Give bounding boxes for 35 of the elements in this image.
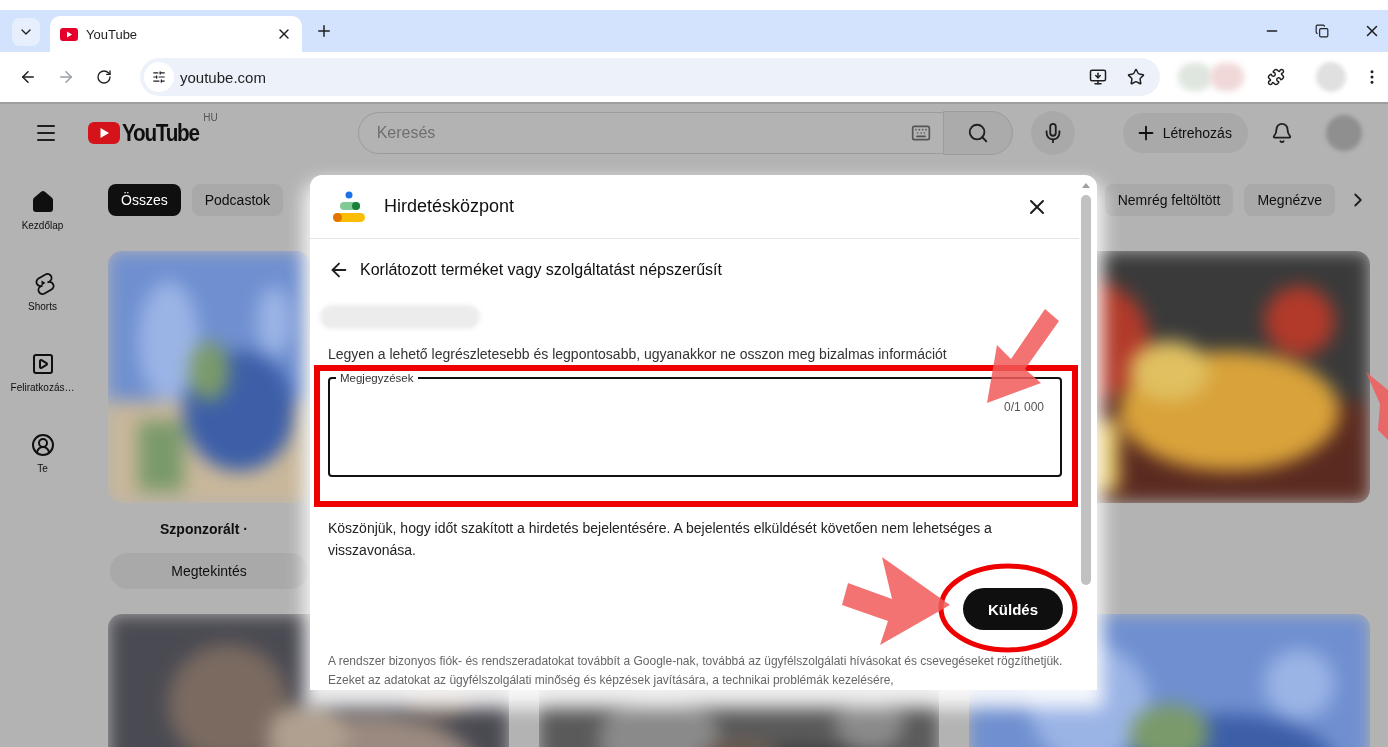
filter-chip[interactable]: Podcastok <box>191 184 284 216</box>
sidebar-item[interactable]: Te <box>2 433 83 514</box>
character-counter: 0/1 000 <box>1003 400 1044 414</box>
create-button[interactable]: Létrehozás <box>1122 113 1248 153</box>
region-label: HU <box>203 111 218 123</box>
sponsored-label: Szponzorált · <box>160 521 248 537</box>
instruction-text: Legyen a lehető legrészletesebb és legpontosabb, ugyanakkor ne osszon meg bizalmas információt <box>328 346 948 362</box>
disclaimer-text: A rendszer bizonyos fiók- és rendszeradatokat továbbít a Google-nak, továbbá az ügyfélszolgálati hívásokat és csevegéseket rögzíthetjük. Ezeket az adatokat az ügyfélszolgálati minőség és képzések javítására, a technikai problémák kezelésére, <box>328 653 1064 689</box>
youtube-logo-icon <box>88 122 120 144</box>
microphone-button[interactable] <box>1030 111 1075 155</box>
sidebar-item[interactable]: Shorts <box>2 271 83 352</box>
search-icon <box>966 122 989 144</box>
site-info-icon[interactable] <box>144 62 174 92</box>
browser-tab[interactable]: YouTube <box>50 16 302 52</box>
ads-center-logo-icon <box>332 190 366 223</box>
dialog-title: Hirdetésközpont <box>384 196 516 217</box>
dialog-heading: Korlátozott terméket vagy szolgáltatást népszerűsít <box>360 261 722 279</box>
user-icon <box>30 433 55 457</box>
sidebar-item[interactable]: Feliratkozás… <box>2 352 83 433</box>
home-icon <box>30 190 55 214</box>
notes-field[interactable]: Megjegyzések 0/1 000 <box>328 372 1062 477</box>
keyboard-icon[interactable] <box>910 123 931 143</box>
logo-text: YouTube <box>122 119 199 147</box>
filter-chip[interactable]: Megnézve <box>1244 184 1335 216</box>
watch-button[interactable]: Megtekintés <box>110 553 308 589</box>
sidebar-item[interactable]: Kezdőlap <box>2 190 83 271</box>
submit-button[interactable]: Küldés <box>963 588 1063 630</box>
youtube-favicon-icon <box>60 27 78 41</box>
annotation-arrow <box>1366 370 1388 442</box>
search-button[interactable] <box>942 111 1013 155</box>
filter-chip[interactable]: Összes <box>108 184 181 216</box>
thanks-text: Köszönjük, hogy időt szakított a hirdetés bejelentésére. A bejelentés elküldését követően nem lehetséges a visszavonása. <box>328 519 993 560</box>
tab-search-button[interactable] <box>12 18 40 46</box>
filter-chip[interactable]: Nemrég feltöltött <box>1104 184 1234 216</box>
subscriptions-icon <box>30 352 55 376</box>
